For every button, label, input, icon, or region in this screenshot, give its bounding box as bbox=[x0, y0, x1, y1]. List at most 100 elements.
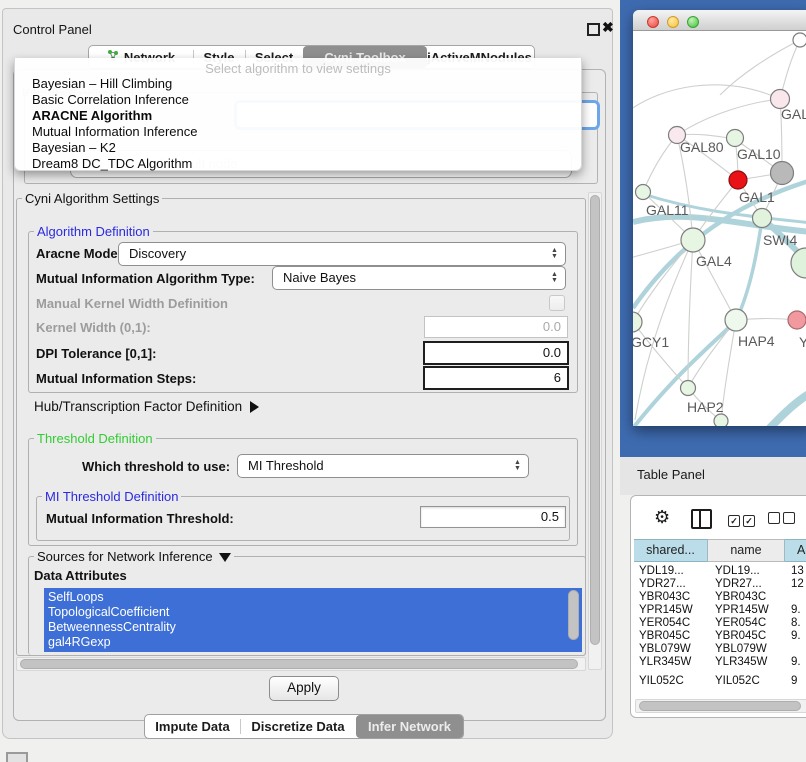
network-node[interactable] bbox=[681, 228, 705, 252]
network-node-label: GAL10 bbox=[737, 146, 781, 162]
network-view[interactable]: GAL80 GAL10 GAL1 GAL11 SWI4 GAL4 GCY1 HA… bbox=[633, 30, 806, 426]
algorithm-definition-title: Algorithm Definition bbox=[34, 224, 153, 239]
data-attributes-label: Data Attributes bbox=[34, 568, 127, 583]
dropdown-item[interactable]: Basic Correlation Inference bbox=[18, 92, 578, 107]
right-region: GAL80 GAL10 GAL1 GAL11 SWI4 GAL4 GCY1 HA… bbox=[620, 0, 806, 762]
gear-icon[interactable]: ⚙ bbox=[654, 508, 670, 526]
which-threshold-value: MI Threshold bbox=[248, 458, 324, 473]
aracne-mode-label: Aracne Mode: bbox=[36, 246, 122, 261]
collapsed-panel-handle[interactable] bbox=[6, 752, 28, 762]
mi-steps-field[interactable]: 6 bbox=[423, 366, 569, 390]
stepper-arrows-icon: ▲▼ bbox=[550, 269, 559, 287]
vertical-scrollbar-track bbox=[588, 192, 602, 670]
dpi-tolerance-field[interactable]: 0.0 bbox=[423, 341, 569, 365]
network-node[interactable] bbox=[727, 130, 744, 147]
network-node[interactable] bbox=[788, 311, 806, 329]
expand-down-icon bbox=[219, 553, 231, 562]
column-header[interactable]: A bbox=[785, 539, 806, 562]
network-node-label: GCY1 bbox=[633, 334, 669, 350]
network-node[interactable] bbox=[771, 162, 794, 185]
network-node[interactable] bbox=[793, 33, 806, 47]
tab-infer-network[interactable]: Infer Network bbox=[356, 715, 463, 738]
list-item[interactable]: gal4RGexp bbox=[48, 635, 562, 650]
vertical-scrollbar-thumb[interactable] bbox=[590, 195, 600, 645]
select-all-icon[interactable]: ✓✓ bbox=[728, 511, 755, 529]
network-window-titlebar[interactable] bbox=[633, 10, 806, 31]
dropdown-item[interactable]: Bayesian – K2 bbox=[18, 140, 578, 155]
dropdown-item-selected[interactable]: ARACNE Algorithm bbox=[18, 108, 578, 123]
mi-type-label: Mutual Information Algorithm Type: bbox=[36, 271, 255, 286]
kernel-width-label: Kernel Width (0,1): bbox=[36, 320, 151, 335]
cyni-bottom-tabbar: Impute Data Discretize Data Infer Networ… bbox=[144, 714, 464, 739]
table-body: YDL19...YDL19...13 YDR27...YDR27...12 YB… bbox=[631, 562, 806, 686]
aracne-mode-value: Discovery bbox=[129, 246, 186, 261]
table-panel-title: Table Panel bbox=[637, 467, 705, 482]
horizontal-scrollbar-thumb[interactable] bbox=[20, 659, 578, 669]
screen: Control Panel ✖ Network Style Select Cyn… bbox=[0, 0, 806, 762]
aracne-mode-combobox[interactable]: Discovery ▲▼ bbox=[118, 242, 566, 266]
dropdown-item[interactable]: Bayesian – Hill Climbing bbox=[18, 76, 578, 91]
table-scrollbar-thumb[interactable] bbox=[639, 701, 801, 711]
mi-threshold-label: Mutual Information Threshold: bbox=[46, 511, 234, 526]
stepper-arrows-icon: ▲▼ bbox=[513, 457, 522, 475]
list-scrollbar-thumb[interactable] bbox=[568, 590, 579, 640]
dropdown-item[interactable]: Dream8 DC_TDC Algorithm bbox=[18, 156, 578, 171]
table-header: shared... name A bbox=[631, 539, 806, 561]
mi-type-combobox[interactable]: Naive Bayes ▲▼ bbox=[272, 266, 566, 290]
columns-icon[interactable] bbox=[691, 509, 712, 529]
network-node-label: HAP2 bbox=[687, 399, 724, 415]
column-header[interactable]: name bbox=[708, 539, 785, 562]
network-node[interactable] bbox=[636, 185, 651, 200]
close-traffic-light[interactable] bbox=[647, 16, 659, 28]
mi-threshold-field[interactable]: 0.5 bbox=[420, 506, 566, 528]
list-item[interactable]: TopologicalCoefficient bbox=[48, 605, 562, 620]
kernel-width-field[interactable]: 0.0 bbox=[424, 316, 568, 338]
mi-threshold-definition-title: MI Threshold Definition bbox=[42, 489, 181, 504]
list-item[interactable]: BetweennessCentrality bbox=[48, 620, 562, 635]
float-window-icon[interactable] bbox=[587, 23, 600, 36]
network-node-label: GAL11 bbox=[646, 202, 689, 218]
table-scrollbar-track bbox=[635, 699, 806, 713]
tab-impute-data[interactable]: Impute Data bbox=[145, 715, 240, 738]
network-node-selected[interactable] bbox=[729, 171, 747, 189]
network-node-label: HAP4 bbox=[738, 333, 775, 349]
minimize-traffic-light[interactable] bbox=[667, 16, 679, 28]
network-node[interactable] bbox=[725, 309, 747, 331]
dropdown-item[interactable]: Mutual Information Inference bbox=[18, 124, 578, 139]
network-node[interactable] bbox=[791, 248, 806, 278]
sources-toggle[interactable]: Sources for Network Inference bbox=[34, 549, 234, 564]
column-header[interactable]: shared... bbox=[634, 539, 708, 562]
network-node[interactable] bbox=[753, 209, 772, 228]
dpi-tolerance-label: DPI Tolerance [0,1]: bbox=[36, 346, 156, 361]
control-panel-title: Control Panel bbox=[13, 22, 92, 37]
apply-button[interactable]: Apply bbox=[269, 676, 339, 701]
network-node[interactable] bbox=[714, 414, 728, 426]
tab-discretize-data[interactable]: Discretize Data bbox=[240, 715, 356, 738]
which-threshold-combobox[interactable]: MI Threshold ▲▼ bbox=[237, 454, 529, 478]
cyni-algorithm-settings-title: Cyni Algorithm Settings bbox=[22, 191, 162, 206]
dropdown-placeholder: Select algorithm to view settings bbox=[15, 61, 581, 76]
network-node-label: GAL1 bbox=[739, 189, 775, 205]
which-threshold-label: Which threshold to use: bbox=[82, 459, 230, 474]
mi-steps-label: Mutual Information Steps: bbox=[36, 371, 196, 386]
close-icon[interactable]: ✖ bbox=[602, 19, 614, 36]
network-node-label: GAL80 bbox=[680, 139, 724, 155]
list-item[interactable]: SelfLoops bbox=[48, 590, 562, 605]
horizontal-scrollbar-track bbox=[16, 657, 586, 671]
expand-right-icon bbox=[250, 401, 259, 413]
deselect-all-icon[interactable] bbox=[768, 511, 795, 529]
manual-kernel-checkbox[interactable] bbox=[549, 295, 565, 311]
data-attributes-list: SelfLoops TopologicalCoefficient Between… bbox=[44, 588, 582, 652]
manual-kernel-label: Manual Kernel Width Definition bbox=[36, 296, 228, 311]
network-node-label: GAL4 bbox=[696, 253, 732, 269]
hub-definition-toggle[interactable]: Hub/Transcription Factor Definition bbox=[34, 399, 259, 414]
stepper-arrows-icon: ▲▼ bbox=[550, 245, 559, 263]
network-node[interactable] bbox=[681, 381, 696, 396]
threshold-definition-title: Threshold Definition bbox=[34, 431, 156, 446]
network-node-label: GAL bbox=[781, 106, 806, 122]
zoom-traffic-light[interactable] bbox=[687, 16, 699, 28]
algorithm-dropdown-list: Select algorithm to view settings Bayesi… bbox=[14, 58, 582, 171]
network-node-label: SWI4 bbox=[763, 232, 797, 248]
mi-type-value: Naive Bayes bbox=[283, 270, 356, 285]
network-node[interactable] bbox=[633, 312, 642, 332]
